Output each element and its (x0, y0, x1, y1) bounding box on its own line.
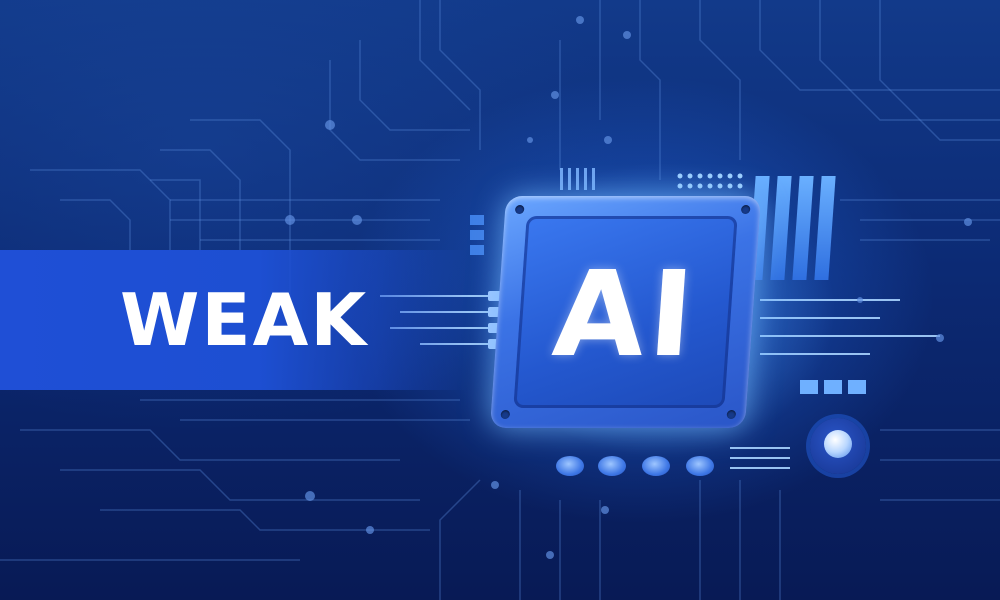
chip-label: AI (548, 245, 702, 383)
chip-led (556, 456, 584, 476)
chip-screw (740, 205, 751, 214)
indicator-square (824, 380, 842, 394)
circuit-knob (810, 418, 866, 474)
chip-led (598, 456, 626, 476)
chip-screw (514, 205, 525, 214)
chip-screw (726, 410, 737, 419)
chip-led (686, 456, 714, 476)
chip-led (642, 456, 670, 476)
chip-screw (500, 410, 511, 419)
ai-chip: AI (489, 196, 762, 428)
knob-core (824, 430, 852, 458)
banner-title: WEAK (120, 278, 369, 362)
chip-face: AI (513, 216, 738, 408)
indicator-square (848, 380, 866, 394)
indicator-square (800, 380, 818, 394)
